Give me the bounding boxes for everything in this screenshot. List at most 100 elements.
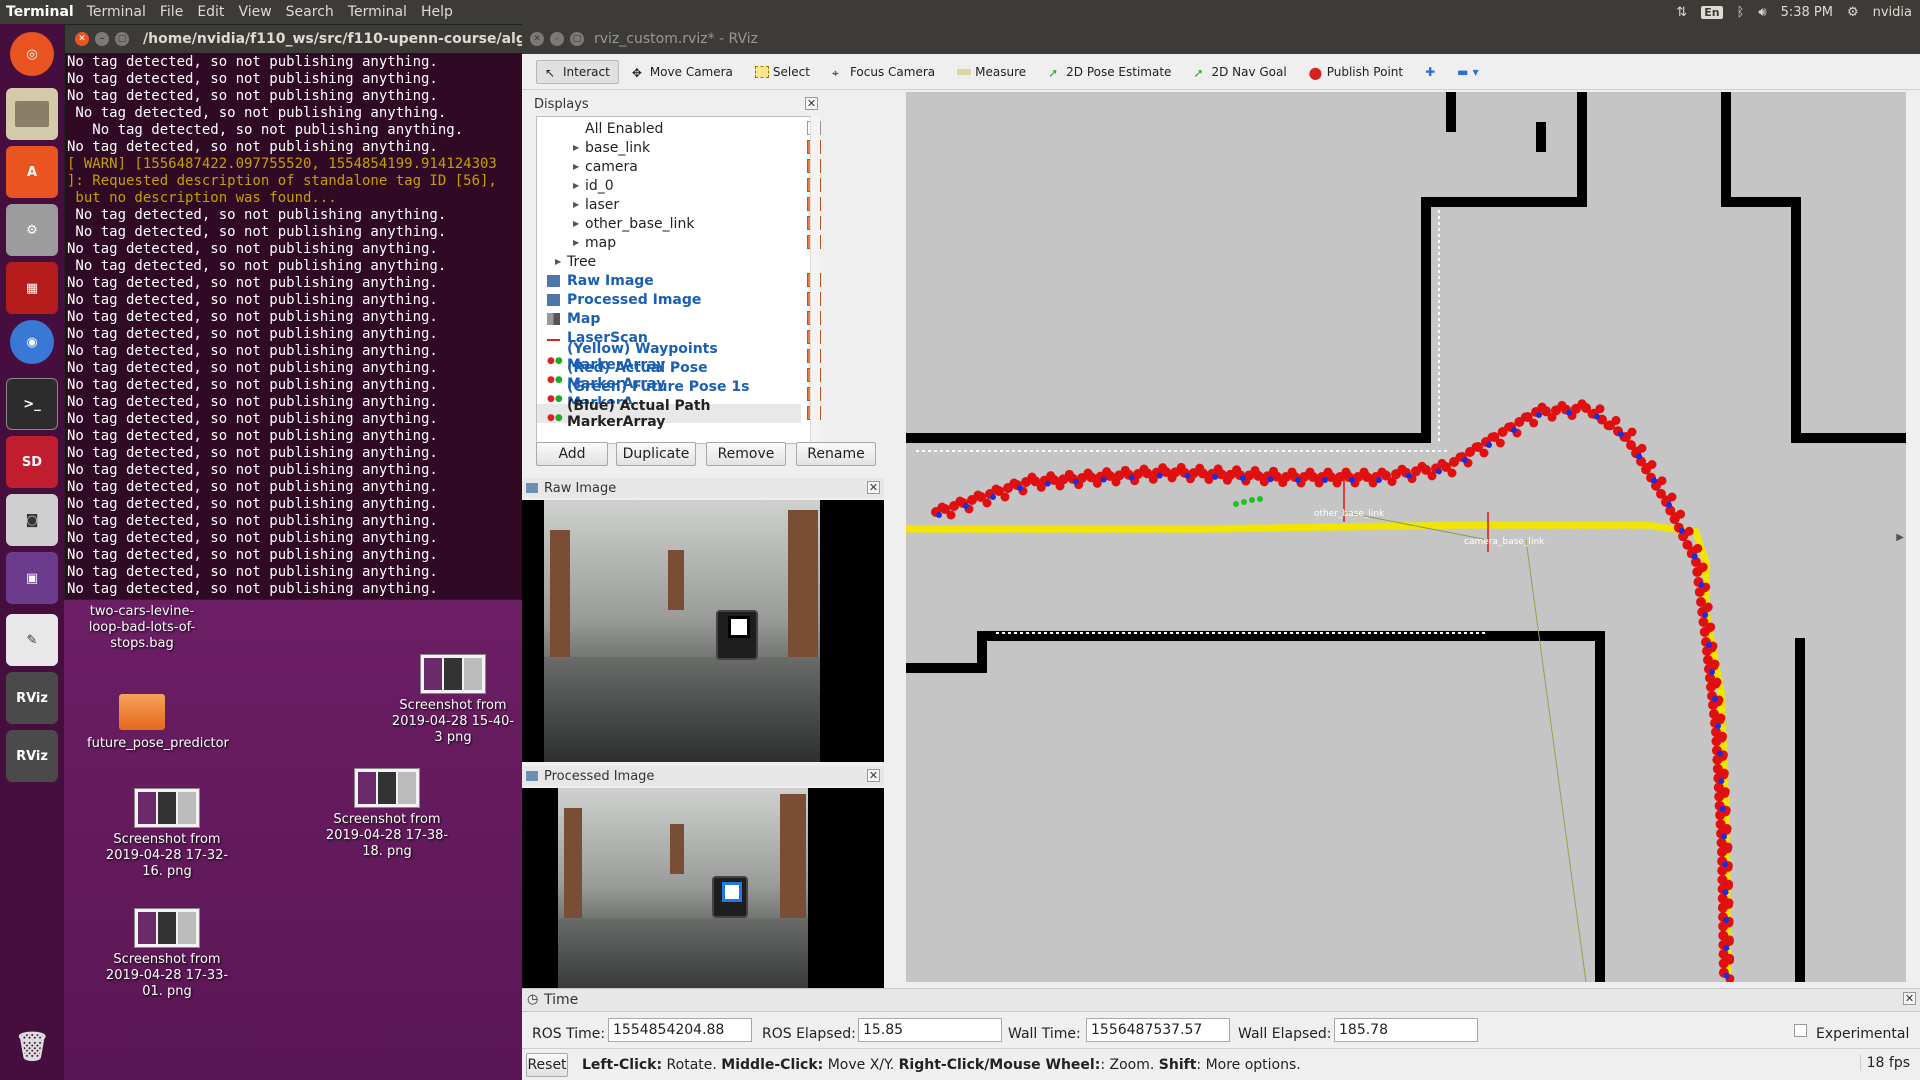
- focus-camera-tool-button[interactable]: ⌖ Focus Camera: [823, 60, 944, 84]
- desktop-file-screenshot[interactable]: Screenshot from 2019-04-28 17-33-01. png: [92, 908, 242, 1000]
- rviz-3d-view[interactable]: other_base_link camera_base_link ◀ ▶: [906, 92, 1906, 982]
- nav-goal-tool-button[interactable]: ➚ 2D Nav Goal: [1184, 60, 1295, 84]
- measure-tool-button[interactable]: Measure: [948, 60, 1035, 84]
- terminal-titlebar[interactable]: ✕ – □ /home/nvidia/f110_ws/src/f110-upen…: [65, 25, 535, 53]
- expand-arrow-icon[interactable]: ▶: [573, 200, 579, 209]
- rename-button[interactable]: Rename: [796, 442, 876, 466]
- menu-view[interactable]: View: [231, 4, 278, 20]
- display-item[interactable]: ▶ camera: [537, 157, 801, 176]
- select-tool-button[interactable]: Select: [746, 60, 819, 84]
- menu-terminal-2[interactable]: Terminal: [341, 4, 414, 20]
- expand-arrow-icon[interactable]: ▶: [573, 238, 579, 247]
- desktop-file-bag[interactable]: two-cars-levine-loop-bad-lots-of-stops.b…: [67, 604, 217, 652]
- close-icon[interactable]: ✕: [1903, 992, 1916, 1005]
- desktop-file-screenshot[interactable]: Screenshot from 2019-04-28 17-32-16. png: [92, 788, 242, 880]
- close-icon[interactable]: ✕: [867, 769, 880, 782]
- sd-card-icon[interactable]: SD: [6, 436, 58, 488]
- bluetooth-icon[interactable]: ᛒ: [1737, 5, 1745, 20]
- experimental-checkbox[interactable]: [1794, 1024, 1807, 1037]
- desktop-file-screenshot[interactable]: Screenshot from 2019-04-28 15-40-3 png: [378, 654, 528, 746]
- trash-icon[interactable]: 🗑︎: [6, 1020, 58, 1072]
- clock[interactable]: 5:38 PM: [1781, 5, 1833, 20]
- display-item[interactable]: ▶ other_base_link: [537, 214, 801, 233]
- desktop-folder[interactable]: future_pose_predictor: [67, 694, 229, 752]
- remove-tool-button[interactable]: ▬ ▾: [1448, 60, 1488, 84]
- expand-arrow-icon[interactable]: ▶: [573, 143, 579, 152]
- volume-icon[interactable]: 🔊︎: [1758, 5, 1766, 20]
- laser-point: [1390, 450, 1393, 452]
- minus-icon: ▬ ▾: [1457, 64, 1479, 79]
- close-icon[interactable]: ✕: [75, 32, 89, 46]
- text-editor-icon[interactable]: ✎: [6, 614, 58, 666]
- map-canvas[interactable]: other_base_link camera_base_link: [906, 92, 1906, 982]
- workspace-switcher-icon[interactable]: ▦: [6, 262, 58, 314]
- terminal-line: No tag detected, so not publishing anyth…: [67, 394, 438, 410]
- rviz-icon-2[interactable]: RViz: [6, 730, 58, 782]
- gear-icon[interactable]: ⚙: [1847, 5, 1859, 20]
- add-button[interactable]: Add: [536, 442, 608, 466]
- terminal-line: No tag detected, so not publishing anyth…: [67, 598, 535, 599]
- display-item[interactable]: Raw Image: [537, 271, 801, 290]
- network-icon[interactable]: ⇅: [1676, 5, 1687, 20]
- display-item[interactable]: ▶ base_link: [537, 138, 801, 157]
- expand-arrow-icon[interactable]: ▶: [573, 181, 579, 190]
- laser-point: [1362, 632, 1365, 634]
- display-item[interactable]: ▶ id_0: [537, 176, 801, 195]
- settings-icon[interactable]: ⚙: [6, 204, 58, 256]
- chromium-icon[interactable]: ◉: [10, 320, 54, 364]
- keyboard-layout-indicator[interactable]: En: [1701, 5, 1723, 19]
- expand-arrow-icon[interactable]: ▶: [573, 162, 579, 171]
- display-item[interactable]: ▶ Tree: [537, 252, 801, 271]
- menu-help[interactable]: Help: [414, 4, 460, 20]
- display-item[interactable]: Processed Image: [537, 290, 801, 309]
- add-tool-button[interactable]: ✚: [1416, 60, 1444, 84]
- display-item[interactable]: All Enabled: [537, 119, 801, 138]
- display-item[interactable]: ▶ map: [537, 233, 801, 252]
- laser-point: [1348, 450, 1351, 452]
- ubuntu-logo-icon[interactable]: ◎: [10, 32, 54, 76]
- pose-estimate-tool-button[interactable]: ➚ 2D Pose Estimate: [1039, 60, 1180, 84]
- screenshot-icon[interactable]: ▣: [6, 552, 58, 604]
- expand-arrow-icon[interactable]: ▶: [573, 219, 579, 228]
- move-camera-tool-button[interactable]: ✥ Move Camera: [623, 60, 742, 84]
- display-item[interactable]: Map: [537, 309, 801, 328]
- camera-icon[interactable]: ◙: [6, 494, 58, 546]
- reset-button[interactable]: Reset: [526, 1053, 568, 1077]
- menu-search[interactable]: Search: [279, 4, 341, 20]
- minimize-icon[interactable]: –: [95, 32, 109, 46]
- remove-button[interactable]: Remove: [706, 442, 786, 466]
- maximize-icon[interactable]: □: [570, 32, 584, 46]
- expand-arrow-icon[interactable]: ▶: [555, 257, 561, 266]
- maximize-icon[interactable]: □: [115, 32, 129, 46]
- desktop-file-screenshot[interactable]: Screenshot from 2019-04-28 17-38-18. png: [312, 768, 462, 860]
- user-name[interactable]: nvidia: [1873, 5, 1912, 20]
- ros-elapsed-field[interactable]: 15.85: [858, 1018, 1002, 1042]
- close-icon[interactable]: ✕: [530, 32, 544, 46]
- rviz-titlebar[interactable]: ✕ – □ rviz_custom.rviz* - RViz: [522, 24, 1920, 54]
- publish-point-tool-button[interactable]: ⬤ Publish Point: [1300, 60, 1412, 84]
- minimize-icon[interactable]: –: [550, 32, 564, 46]
- displays-scrollbar[interactable]: [810, 116, 820, 444]
- laser-point: [1276, 450, 1279, 452]
- close-icon[interactable]: ✕: [805, 97, 818, 110]
- menu-file[interactable]: File: [153, 4, 190, 20]
- software-center-icon[interactable]: A: [6, 146, 58, 198]
- collapse-right-icon[interactable]: ▶: [1896, 532, 1904, 543]
- menu-edit[interactable]: Edit: [190, 4, 231, 20]
- wall-time-field[interactable]: 1556487537.57: [1086, 1018, 1230, 1042]
- duplicate-button[interactable]: Duplicate: [616, 442, 696, 466]
- terminal-icon[interactable]: >_: [6, 378, 58, 430]
- ros-time-field[interactable]: 1554854204.88: [608, 1018, 752, 1042]
- laser-point: [1278, 632, 1281, 634]
- terminal-window[interactable]: ✕ – □ /home/nvidia/f110_ws/src/f110-upen…: [64, 24, 536, 600]
- display-item[interactable]: ●● (Blue) Actual Path MarkerArray: [537, 398, 801, 430]
- rviz-icon[interactable]: RViz: [6, 672, 58, 724]
- display-item[interactable]: ▶ laser: [537, 195, 801, 214]
- menu-terminal[interactable]: Terminal: [80, 4, 153, 20]
- close-icon[interactable]: ✕: [867, 481, 880, 494]
- terminal-output[interactable]: No tag detected, so not publishing anyth…: [65, 53, 535, 599]
- displays-tree[interactable]: All Enabled▶base_link▶camera▶id_0▶laser▶…: [536, 116, 821, 444]
- wall-elapsed-field[interactable]: 185.78: [1334, 1018, 1478, 1042]
- files-icon[interactable]: [6, 88, 58, 140]
- interact-tool-button[interactable]: ↖ Interact: [536, 59, 619, 84]
